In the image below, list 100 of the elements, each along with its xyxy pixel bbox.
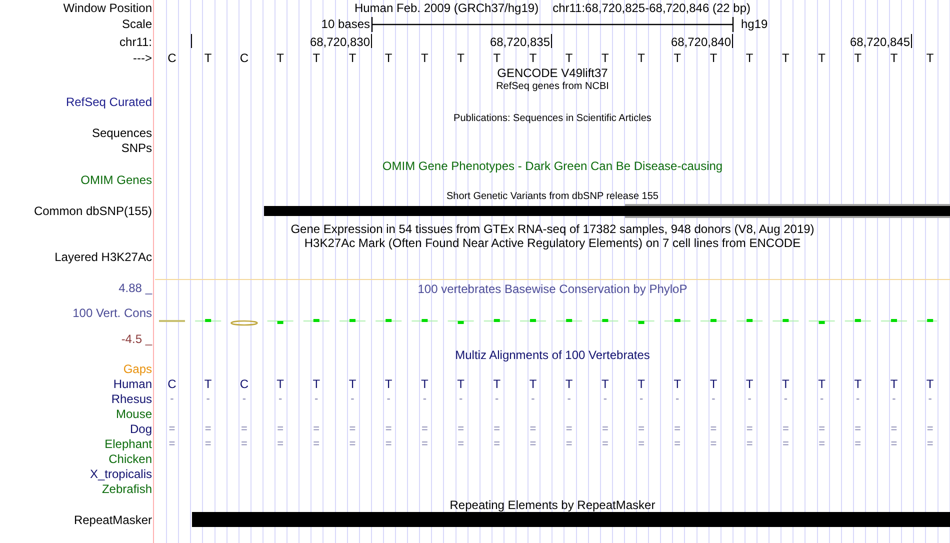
ruler-tick bbox=[191, 34, 192, 48]
alignment-base: = bbox=[276, 422, 285, 437]
base-letter: T bbox=[925, 50, 935, 66]
base-letter: T bbox=[348, 50, 358, 66]
base-letter: T bbox=[672, 50, 682, 66]
alignment-base: - bbox=[314, 392, 320, 407]
alignment-base: - bbox=[782, 392, 789, 407]
alignment-base: - bbox=[422, 392, 428, 407]
track-title: OMIM Gene Phenotypes - Dark Green Can Be Disease-causing bbox=[381, 158, 724, 174]
track-label[interactable]: Scale bbox=[122, 16, 152, 32]
alignment-base: T bbox=[420, 376, 430, 392]
alignment-base: - bbox=[205, 392, 211, 407]
track-label[interactable]: OMIM Genes bbox=[80, 172, 152, 188]
alignment-base: = bbox=[276, 437, 285, 452]
alignment-base: T bbox=[564, 376, 574, 392]
alignment-base: - bbox=[818, 392, 825, 407]
alignment-base: T bbox=[276, 376, 285, 392]
alignment-base: - bbox=[891, 392, 897, 407]
base-letter: T bbox=[889, 50, 899, 66]
track-label[interactable]: chr11: bbox=[120, 34, 152, 50]
alignment-base: T bbox=[384, 376, 394, 392]
alignment-base: = bbox=[781, 437, 790, 452]
assembly-label: hg19 bbox=[741, 16, 768, 32]
track-label[interactable]: Dog bbox=[130, 421, 152, 437]
track-title: Short Genetic Variants from dbSNP release 155 bbox=[446, 191, 660, 203]
track-label[interactable]: Rhesus bbox=[111, 391, 152, 407]
alignment-base: = bbox=[600, 422, 610, 437]
track-label[interactable]: Common dbSNP(155) bbox=[34, 203, 152, 219]
base-letter: T bbox=[744, 50, 754, 66]
alignment-base: = bbox=[637, 437, 646, 452]
alignment-base: T bbox=[925, 376, 935, 392]
alignment-base: - bbox=[746, 392, 752, 407]
alignment-base: T bbox=[312, 376, 322, 392]
ruler-tick bbox=[551, 34, 552, 48]
alignment-base: = bbox=[348, 422, 357, 437]
alignment-base: - bbox=[530, 392, 536, 407]
track-title: GENCODE V49lift37 bbox=[496, 65, 609, 81]
alignment-base: = bbox=[564, 437, 574, 452]
alignment-base: = bbox=[384, 422, 393, 437]
alignment-base: C bbox=[166, 376, 178, 392]
alignment-base: - bbox=[638, 392, 644, 407]
alignment-base: T bbox=[492, 376, 502, 392]
alignment-base: = bbox=[745, 422, 754, 437]
track-label[interactable]: RefSeq Curated bbox=[66, 94, 152, 110]
track-title: Repeating Elements by RepeatMasker bbox=[448, 497, 656, 513]
alignment-base: = bbox=[926, 422, 934, 437]
alignment-base: = bbox=[312, 422, 321, 437]
alignment-base: - bbox=[494, 392, 500, 407]
track-label[interactable]: Mouse bbox=[116, 406, 152, 422]
base-letter: T bbox=[817, 50, 826, 66]
ruler-tick bbox=[911, 34, 912, 48]
alignment-base: - bbox=[277, 392, 284, 407]
alignment-base: - bbox=[241, 392, 248, 407]
alignment-base: - bbox=[927, 392, 933, 407]
position-text: chr11:68,720,825-68,720,846 (22 bp) bbox=[552, 0, 751, 16]
track-label[interactable]: Zebrafish bbox=[102, 481, 152, 497]
alignment-base: T bbox=[456, 376, 466, 392]
alignment-base: = bbox=[528, 437, 538, 452]
alignment-base: T bbox=[348, 376, 358, 392]
alignment-base: = bbox=[240, 422, 248, 437]
base-letter: T bbox=[456, 50, 466, 66]
track-label[interactable]: Layered H3K27Ac bbox=[54, 249, 152, 265]
alignment-base: - bbox=[674, 392, 680, 407]
track-label[interactable]: ---> bbox=[133, 50, 152, 66]
alignment-base: = bbox=[420, 422, 429, 437]
alignment-base: - bbox=[710, 392, 716, 407]
alignment-base: T bbox=[528, 376, 538, 392]
track-label[interactable]: SNPs bbox=[121, 140, 152, 156]
track-title: Multiz Alignments of 100 Vertebrates bbox=[454, 347, 651, 363]
track-label[interactable]: Chicken bbox=[108, 451, 152, 467]
alignment-base: T bbox=[203, 376, 213, 392]
track-label[interactable]: Window Position bbox=[63, 0, 152, 16]
track-label[interactable]: 4.88 _ bbox=[118, 280, 152, 296]
alignment-base: T bbox=[672, 376, 682, 392]
alignment-base: T bbox=[744, 376, 754, 392]
track-title: H3K27Ac Mark (Often Found Near Active Regulatory Elements) on 7 cell lines from ENCODE bbox=[303, 236, 802, 251]
base-letter: T bbox=[853, 50, 863, 66]
alignment-base: = bbox=[926, 437, 934, 452]
alignment-base: C bbox=[238, 376, 250, 392]
track-label[interactable]: Elephant bbox=[104, 436, 152, 452]
alignment-base: - bbox=[350, 392, 356, 407]
alignment-base: = bbox=[600, 437, 610, 452]
base-letter: T bbox=[600, 50, 610, 66]
alignment-base: = bbox=[818, 422, 826, 437]
track-label[interactable]: RepeatMasker bbox=[74, 512, 152, 528]
alignment-base: = bbox=[168, 422, 176, 437]
alignment-base: = bbox=[781, 422, 790, 437]
alignment-base: = bbox=[240, 437, 248, 452]
assembly-title: Human Feb. 2009 (GRCh37/hg19) bbox=[354, 0, 539, 16]
track-label[interactable]: 100 Vert. Cons bbox=[72, 305, 152, 321]
track-label[interactable]: -4.5 _ bbox=[121, 331, 152, 347]
base-letter: T bbox=[528, 50, 538, 66]
base-letter: T bbox=[564, 50, 574, 66]
track-label[interactable]: X_tropicalis bbox=[90, 466, 152, 482]
ruler-tick bbox=[732, 34, 733, 48]
coordinate-label: 68,720,845 bbox=[850, 34, 910, 50]
alignment-base: = bbox=[709, 422, 718, 437]
track-label[interactable]: Human bbox=[113, 376, 152, 392]
track-label[interactable]: Sequences bbox=[92, 125, 152, 141]
base-letter: C bbox=[166, 50, 178, 66]
